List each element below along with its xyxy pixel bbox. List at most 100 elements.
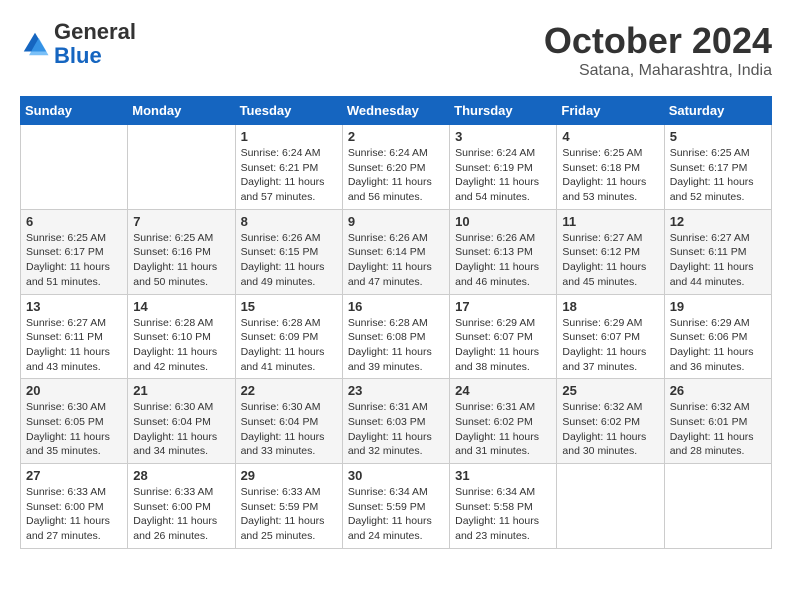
day-info: Sunrise: 6:28 AM Sunset: 6:08 PM Dayligh… <box>348 316 444 375</box>
day-cell: 11Sunrise: 6:27 AM Sunset: 6:12 PM Dayli… <box>557 209 664 294</box>
day-cell <box>557 464 664 549</box>
day-cell: 5Sunrise: 6:25 AM Sunset: 6:17 PM Daylig… <box>664 125 771 210</box>
day-cell: 23 Sunrise: 6:31 AM Sunset: 6:03 PM Dayli… <box>342 379 449 464</box>
day-cell: 8 Sunrise: 6:26 AM Sunset: 6:15 PM Daylig… <box>235 209 342 294</box>
header-row: SundayMondayTuesdayWednesdayThursdayFrid… <box>21 97 772 125</box>
day-info: Sunrise: 6:25 AM Sunset: 6:18 PM Dayligh… <box>562 146 658 205</box>
day-number: 10 <box>455 214 551 229</box>
day-cell: 16 Sunrise: 6:28 AM Sunset: 6:08 PM Dayli… <box>342 294 449 379</box>
day-number: 2 <box>348 129 444 144</box>
day-cell: 19 Sunrise: 6:29 AM Sunset: 6:06 PM Dayli… <box>664 294 771 379</box>
day-info: Sunrise: 6:32 AM Sunset: 6:02 PM Dayligh… <box>562 400 658 459</box>
day-cell: 3 Sunrise: 6:24 AM Sunset: 6:19 PM Daylig… <box>450 125 557 210</box>
day-cell: 24Sunrise: 6:31 AM Sunset: 6:02 PM Dayli… <box>450 379 557 464</box>
day-number: 25 <box>562 383 658 398</box>
day-cell: 14Sunrise: 6:28 AM Sunset: 6:10 PM Dayli… <box>128 294 235 379</box>
week-row-4: 27Sunrise: 6:33 AM Sunset: 6:00 PM Dayli… <box>21 464 772 549</box>
logo-text: General Blue <box>54 20 136 68</box>
day-info: Sunrise: 6:24 AM Sunset: 6:21 PM Dayligh… <box>241 146 337 205</box>
day-number: 23 <box>348 383 444 398</box>
day-cell <box>21 125 128 210</box>
logo-general: General <box>54 20 136 44</box>
day-number: 29 <box>241 468 337 483</box>
header-cell-friday: Friday <box>557 97 664 125</box>
day-number: 3 <box>455 129 551 144</box>
day-number: 16 <box>348 299 444 314</box>
day-number: 4 <box>562 129 658 144</box>
calendar-table: SundayMondayTuesdayWednesdayThursdayFrid… <box>20 96 772 549</box>
day-cell: 28 Sunrise: 6:33 AM Sunset: 6:00 PM Dayli… <box>128 464 235 549</box>
week-row-1: 6 Sunrise: 6:25 AM Sunset: 6:17 PM Daylig… <box>21 209 772 294</box>
day-info: Sunrise: 6:24 AM Sunset: 6:20 PM Dayligh… <box>348 146 444 205</box>
day-info: Sunrise: 6:30 AM Sunset: 6:04 PM Dayligh… <box>241 400 337 459</box>
day-number: 1 <box>241 129 337 144</box>
day-cell: 18Sunrise: 6:29 AM Sunset: 6:07 PM Dayli… <box>557 294 664 379</box>
day-cell: 6 Sunrise: 6:25 AM Sunset: 6:17 PM Daylig… <box>21 209 128 294</box>
day-number: 24 <box>455 383 551 398</box>
day-cell: 27Sunrise: 6:33 AM Sunset: 6:00 PM Dayli… <box>21 464 128 549</box>
day-cell: 21Sunrise: 6:30 AM Sunset: 6:04 PM Dayli… <box>128 379 235 464</box>
day-cell: 7 Sunrise: 6:25 AM Sunset: 6:16 PM Daylig… <box>128 209 235 294</box>
day-number: 5 <box>670 129 766 144</box>
day-info: Sunrise: 6:29 AM Sunset: 6:06 PM Dayligh… <box>670 316 766 375</box>
header-cell-thursday: Thursday <box>450 97 557 125</box>
week-row-0: 1 Sunrise: 6:24 AM Sunset: 6:21 PM Daylig… <box>21 125 772 210</box>
header-cell-tuesday: Tuesday <box>235 97 342 125</box>
day-cell: 22 Sunrise: 6:30 AM Sunset: 6:04 PM Dayli… <box>235 379 342 464</box>
day-info: Sunrise: 6:26 AM Sunset: 6:14 PM Dayligh… <box>348 231 444 290</box>
day-number: 9 <box>348 214 444 229</box>
day-number: 19 <box>670 299 766 314</box>
day-info: Sunrise: 6:26 AM Sunset: 6:13 PM Dayligh… <box>455 231 551 290</box>
day-info: Sunrise: 6:24 AM Sunset: 6:19 PM Dayligh… <box>455 146 551 205</box>
day-info: Sunrise: 6:32 AM Sunset: 6:01 PM Dayligh… <box>670 400 766 459</box>
day-cell <box>664 464 771 549</box>
month-title: October 2024 <box>544 20 772 62</box>
header-cell-monday: Monday <box>128 97 235 125</box>
day-number: 8 <box>241 214 337 229</box>
header-cell-saturday: Saturday <box>664 97 771 125</box>
day-cell: 29 Sunrise: 6:33 AM Sunset: 5:59 PM Dayli… <box>235 464 342 549</box>
day-number: 15 <box>241 299 337 314</box>
title-area: October 2024 Satana, Maharashtra, India <box>544 20 772 80</box>
day-number: 26 <box>670 383 766 398</box>
day-info: Sunrise: 6:34 AM Sunset: 5:58 PM Dayligh… <box>455 485 551 544</box>
day-cell: 17Sunrise: 6:29 AM Sunset: 6:07 PM Dayli… <box>450 294 557 379</box>
day-info: Sunrise: 6:27 AM Sunset: 6:11 PM Dayligh… <box>670 231 766 290</box>
day-info: Sunrise: 6:25 AM Sunset: 6:16 PM Dayligh… <box>133 231 229 290</box>
day-info: Sunrise: 6:31 AM Sunset: 6:03 PM Dayligh… <box>348 400 444 459</box>
day-number: 21 <box>133 383 229 398</box>
calendar-header: SundayMondayTuesdayWednesdayThursdayFrid… <box>21 97 772 125</box>
day-cell: 20Sunrise: 6:30 AM Sunset: 6:05 PM Dayli… <box>21 379 128 464</box>
day-info: Sunrise: 6:25 AM Sunset: 6:17 PM Dayligh… <box>26 231 122 290</box>
day-info: Sunrise: 6:26 AM Sunset: 6:15 PM Dayligh… <box>241 231 337 290</box>
day-cell: 12 Sunrise: 6:27 AM Sunset: 6:11 PM Dayli… <box>664 209 771 294</box>
week-row-2: 13Sunrise: 6:27 AM Sunset: 6:11 PM Dayli… <box>21 294 772 379</box>
day-cell: 30Sunrise: 6:34 AM Sunset: 5:59 PM Dayli… <box>342 464 449 549</box>
day-info: Sunrise: 6:33 AM Sunset: 5:59 PM Dayligh… <box>241 485 337 544</box>
day-number: 20 <box>26 383 122 398</box>
day-cell: 26 Sunrise: 6:32 AM Sunset: 6:01 PM Dayli… <box>664 379 771 464</box>
day-number: 12 <box>670 214 766 229</box>
day-info: Sunrise: 6:27 AM Sunset: 6:12 PM Dayligh… <box>562 231 658 290</box>
day-number: 28 <box>133 468 229 483</box>
calendar-body: 1 Sunrise: 6:24 AM Sunset: 6:21 PM Daylig… <box>21 125 772 549</box>
day-number: 22 <box>241 383 337 398</box>
day-number: 6 <box>26 214 122 229</box>
day-number: 31 <box>455 468 551 483</box>
day-cell: 4 Sunrise: 6:25 AM Sunset: 6:18 PM Daylig… <box>557 125 664 210</box>
day-info: Sunrise: 6:28 AM Sunset: 6:09 PM Dayligh… <box>241 316 337 375</box>
logo-blue: Blue <box>54 44 136 68</box>
day-info: Sunrise: 6:33 AM Sunset: 6:00 PM Dayligh… <box>26 485 122 544</box>
day-cell <box>128 125 235 210</box>
day-cell: 25 Sunrise: 6:32 AM Sunset: 6:02 PM Dayli… <box>557 379 664 464</box>
page-header: General Blue October 2024 Satana, Mahara… <box>20 20 772 80</box>
day-number: 17 <box>455 299 551 314</box>
day-number: 14 <box>133 299 229 314</box>
day-cell: 2 Sunrise: 6:24 AM Sunset: 6:20 PM Daylig… <box>342 125 449 210</box>
day-number: 7 <box>133 214 229 229</box>
day-info: Sunrise: 6:33 AM Sunset: 6:00 PM Dayligh… <box>133 485 229 544</box>
day-cell: 13Sunrise: 6:27 AM Sunset: 6:11 PM Dayli… <box>21 294 128 379</box>
day-cell: 9 Sunrise: 6:26 AM Sunset: 6:14 PM Daylig… <box>342 209 449 294</box>
day-number: 13 <box>26 299 122 314</box>
day-info: Sunrise: 6:34 AM Sunset: 5:59 PM Dayligh… <box>348 485 444 544</box>
